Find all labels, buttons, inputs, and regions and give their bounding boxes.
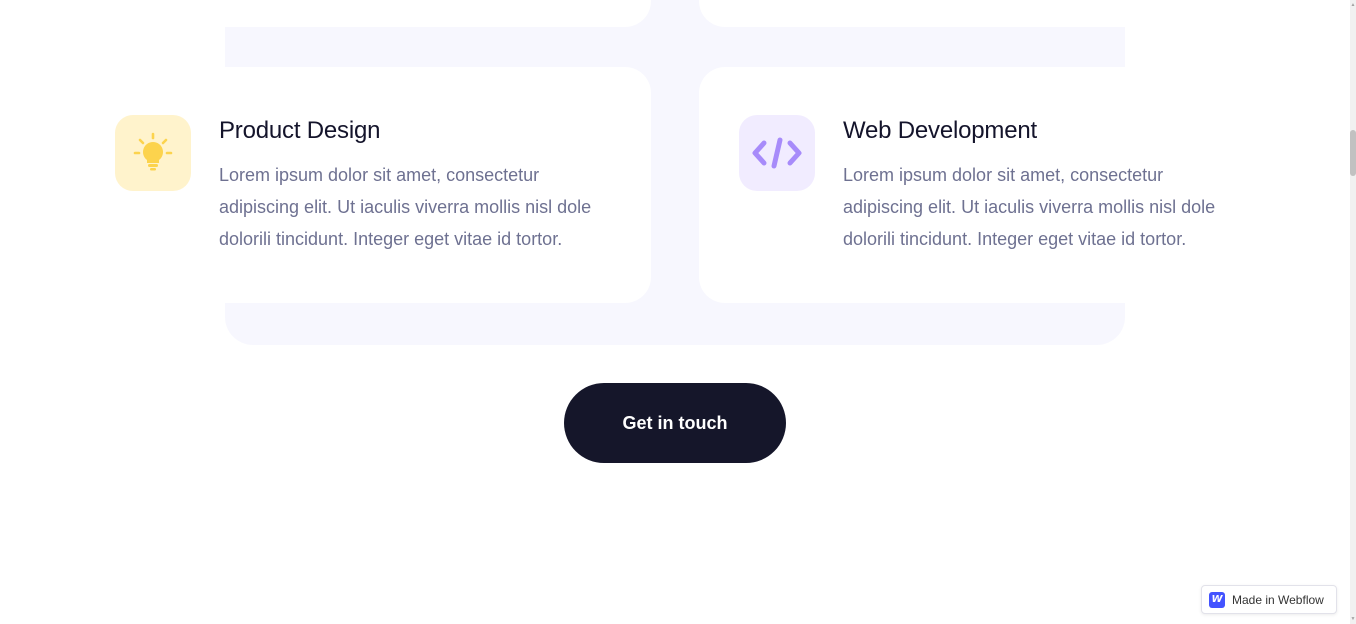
service-card-product-design: Product Design Lorem ipsum dolor sit ame…: [0, 67, 651, 303]
badge-label: Made in Webflow: [1232, 592, 1324, 607]
scrollbar-thumb[interactable]: [1350, 130, 1356, 176]
service-title: Web Development: [843, 117, 1037, 144]
code-icon: [739, 115, 815, 191]
webflow-logo-icon: W: [1209, 591, 1225, 608]
service-description: Lorem ipsum dolor sit amet, consectetur …: [219, 165, 592, 249]
previous-card-right: [699, 0, 1350, 27]
scroll-down-arrow-icon[interactable]: ▼: [1350, 614, 1356, 624]
page: Product Design Lorem ipsum dolor sit ame…: [0, 0, 1356, 624]
get-in-touch-button[interactable]: Get in touch: [564, 383, 786, 463]
service-card-web-development: Web Development Lorem ipsum dolor sit am…: [699, 67, 1350, 303]
service-title: Product Design: [219, 117, 381, 144]
lightbulb-icon: [115, 115, 191, 191]
scroll-up-arrow-icon[interactable]: ▲: [1350, 0, 1356, 10]
previous-card-left: [0, 0, 651, 27]
service-description: Lorem ipsum dolor sit amet, consectetur …: [843, 165, 1216, 249]
made-in-webflow-badge[interactable]: W Made in Webflow: [1201, 585, 1337, 614]
vertical-scrollbar[interactable]: ▲ ▼: [1350, 0, 1356, 624]
